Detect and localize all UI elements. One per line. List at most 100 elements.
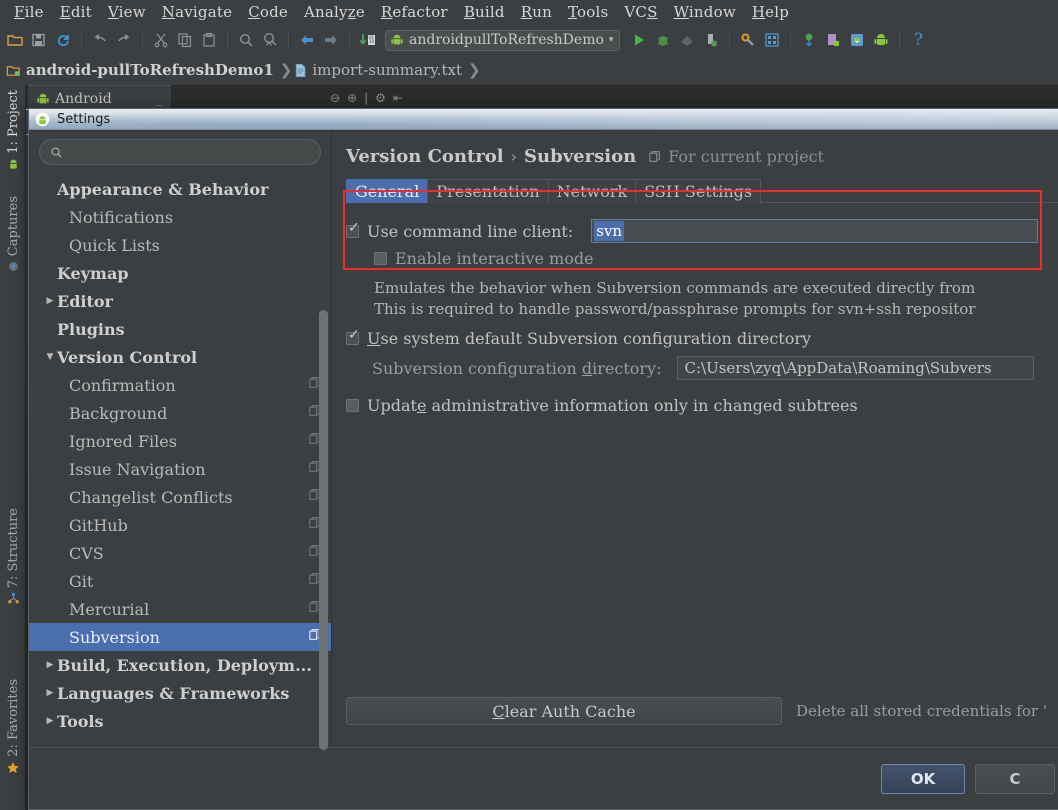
chevron-right-icon[interactable]: ▶ (43, 296, 57, 306)
breadcrumb-item-file[interactable]: import-summary.txt (294, 61, 466, 79)
help-icon[interactable]: ? (907, 29, 929, 51)
cut-icon[interactable] (150, 29, 172, 51)
update-project-icon[interactable]: 01 10 (357, 29, 379, 51)
chevron-right-icon[interactable]: ▶ (43, 716, 57, 726)
tree-item-keymap[interactable]: Keymap (29, 259, 331, 287)
menu-item-analyze[interactable]: Analyze (296, 2, 373, 22)
menu-item-edit[interactable]: Edit (52, 2, 100, 22)
navigate-forward-icon[interactable] (320, 29, 342, 51)
coverage-icon[interactable] (676, 29, 698, 51)
chevron-down-icon[interactable]: ▼ (43, 352, 57, 362)
find-icon[interactable] (235, 29, 257, 51)
settings-tree: Appearance & Behavior Notifications Quic… (29, 173, 331, 747)
tree-item-editor[interactable]: ▶ Editor (29, 287, 331, 315)
navigate-back-icon[interactable] (296, 29, 318, 51)
search-box[interactable] (39, 139, 321, 165)
chevron-right-icon[interactable]: ▶ (43, 688, 57, 698)
tree-item-build-execution-deployment[interactable]: ▶ Build, Execution, Deploym... (29, 651, 331, 679)
tree-item-subversion[interactable]: Subversion (29, 623, 331, 651)
tab-general[interactable]: General (346, 179, 429, 203)
tree-item-languages-frameworks[interactable]: ▶ Languages & Frameworks (29, 679, 331, 707)
android-icon[interactable] (870, 29, 892, 51)
tree-item-background[interactable]: Background (29, 399, 331, 427)
tree-item-git[interactable]: Git (29, 567, 331, 595)
main-toolbar: 01 10 androidpullToRefreshDemo ▾ ? (0, 25, 1058, 55)
sidebar-item-favorites[interactable]: 2: Favorites (0, 655, 26, 775)
enable-interactive-mode-checkbox[interactable] (374, 252, 387, 265)
minimize-icon[interactable]: _ (156, 91, 163, 107)
sdk-manager-icon[interactable] (798, 29, 820, 51)
tree-item-cvs[interactable]: CVS (29, 539, 331, 567)
command-line-client-input[interactable]: svn (591, 219, 1039, 243)
open-folder-icon[interactable] (4, 29, 26, 51)
tab-network[interactable]: Network (547, 179, 637, 203)
tree-item-changelist-conflicts[interactable]: Changelist Conflicts (29, 483, 331, 511)
sidebar-item-captures-label: Captures (5, 195, 21, 256)
settings-gear-icon[interactable]: ⚙ (375, 91, 386, 105)
tree-item-confirmation[interactable]: Confirmation (29, 371, 331, 399)
update-admin-info-checkbox[interactable] (346, 399, 359, 412)
chevron-down-icon[interactable]: ▾ (609, 35, 614, 45)
tree-item-tools[interactable]: ▶ Tools (29, 707, 331, 735)
menu-item-file[interactable]: File (6, 2, 52, 22)
toolbar-separator (227, 31, 228, 49)
toolbar-separator (349, 31, 350, 49)
sync-icon[interactable] (52, 29, 74, 51)
tab-presentation[interactable]: Presentation (427, 179, 549, 203)
sidebar-item-variants[interactable]: riants (0, 785, 26, 810)
cancel-button[interactable]: C (975, 763, 1055, 794)
sidebar-item-captures[interactable]: Captures (0, 173, 26, 273)
hide-icon[interactable]: ⇤ (393, 91, 403, 105)
paste-icon[interactable] (198, 29, 220, 51)
menu-item-vcs[interactable]: VCS (616, 2, 665, 22)
expand-icon[interactable]: ⊕ (347, 91, 357, 105)
sidebar-item-project[interactable]: 1: Project (0, 85, 26, 171)
tree-item-notifications[interactable]: Notifications (29, 203, 331, 231)
tree-item-mercurial[interactable]: Mercurial (29, 595, 331, 623)
menu-item-navigate[interactable]: Navigate (154, 2, 240, 22)
sidebar-scrollbar[interactable] (319, 310, 328, 750)
run-icon[interactable] (628, 29, 650, 51)
attach-debugger-icon[interactable] (700, 29, 722, 51)
tree-item-quick-lists[interactable]: Quick Lists (29, 231, 331, 259)
tree-item-issue-navigation[interactable]: Issue Navigation (29, 455, 331, 483)
dialog-titlebar: Settings (29, 109, 1058, 130)
android-monitor-icon[interactable] (846, 29, 868, 51)
tree-item-version-control[interactable]: ▼ Version Control (29, 343, 331, 371)
tree-item-appearance-behavior[interactable]: Appearance & Behavior (29, 175, 331, 203)
copy-icon[interactable] (174, 29, 196, 51)
run-configuration-selector[interactable]: androidpullToRefreshDemo ▾ (385, 29, 621, 51)
menu-item-build[interactable]: Build (456, 2, 513, 22)
breadcrumb-item-module[interactable]: android-pullToRefreshDemo1 (6, 61, 278, 79)
avd-manager-icon[interactable] (761, 29, 783, 51)
save-all-icon[interactable] (28, 29, 50, 51)
menu-item-tools[interactable]: Tools (560, 2, 616, 22)
use-system-default-config-checkbox[interactable] (346, 329, 360, 345)
tree-item-ignored-files[interactable]: Ignored Files (29, 427, 331, 455)
sidebar-item-structure[interactable]: 7: Structure (0, 485, 26, 605)
tree-item-plugins[interactable]: Plugins (29, 315, 331, 343)
menu-item-window[interactable]: Window (666, 2, 744, 22)
menu-item-help[interactable]: Help (744, 2, 797, 22)
menu-item-run[interactable]: Run (513, 2, 560, 22)
redo-icon[interactable] (113, 29, 135, 51)
tree-item-label: Languages & Frameworks (57, 683, 290, 703)
device-monitor-icon[interactable] (822, 29, 844, 51)
ok-button[interactable]: OK (881, 763, 965, 794)
tab-ssh-settings[interactable]: SSH Settings (635, 179, 762, 203)
tree-item-github[interactable]: GitHub (29, 511, 331, 539)
use-command-line-client-checkbox[interactable] (346, 222, 360, 238)
undo-icon[interactable] (89, 29, 111, 51)
menu-item-code[interactable]: Code (240, 2, 296, 22)
menu-item-refactor[interactable]: Refactor (373, 2, 456, 22)
config-directory-input[interactable]: C:\Users\zyq\AppData\Roaming\Subvers (677, 356, 1035, 380)
android-icon (36, 92, 50, 106)
debug-icon[interactable] (652, 29, 674, 51)
gradle-sync-icon[interactable] (737, 29, 759, 51)
find-usages-icon[interactable] (259, 29, 281, 51)
search-input[interactable] (69, 143, 310, 161)
clear-auth-cache-button[interactable]: Clear Auth Cache (346, 697, 782, 725)
chevron-right-icon[interactable]: ▶ (43, 660, 57, 670)
collapse-icon[interactable]: ⊖ (330, 91, 340, 105)
menu-item-view[interactable]: View (100, 2, 154, 22)
